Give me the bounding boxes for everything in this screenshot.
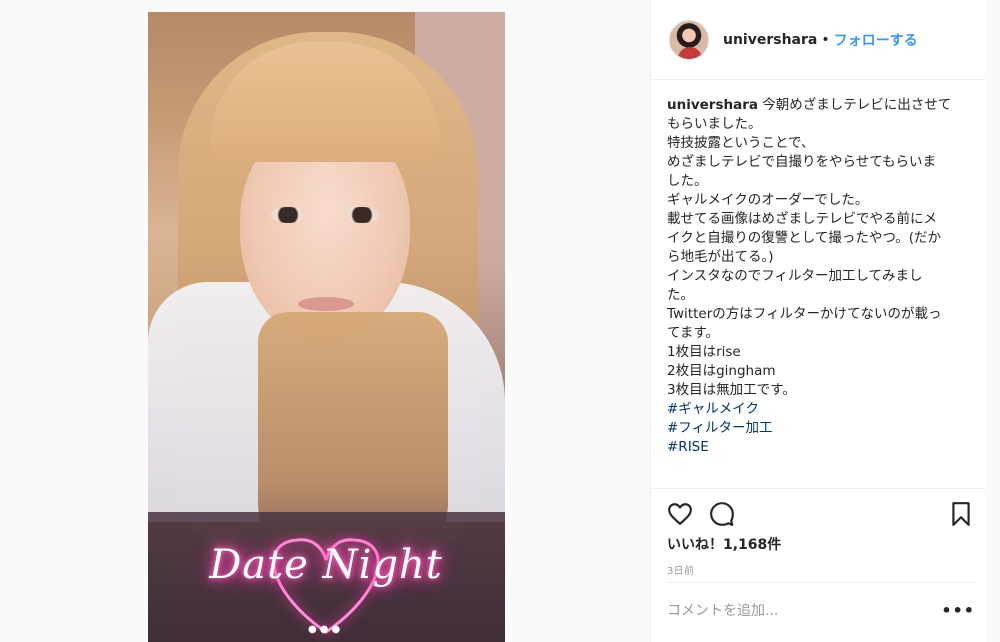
caption-username[interactable]: univershara: [667, 97, 758, 113]
comment-bubble-icon[interactable]: [709, 501, 735, 527]
photo-overlay-text: Date Night: [209, 542, 443, 588]
caption-line: 3枚目は無加工です。: [667, 382, 796, 398]
header-username[interactable]: univershara: [723, 32, 817, 48]
caption-first-line: univershara 今朝めざましテレビに出させて: [667, 96, 975, 115]
post-timestamp[interactable]: 3日前: [667, 562, 694, 577]
caption-line: 特技披露ということで、: [667, 135, 815, 151]
caption-line: 載せてる画像はめざましテレビでやる前にメ: [667, 211, 937, 227]
caption-line: めざましテレビで自撮りをやらせてもらいま: [667, 154, 937, 170]
post-actions: [651, 488, 986, 536]
caption-line: ら地毛が出てる。): [667, 249, 774, 265]
bookmark-icon[interactable]: [948, 501, 974, 527]
comment-area: •••: [667, 582, 975, 638]
carousel-dots: ●●●: [308, 624, 344, 635]
photo-right-eye: [344, 207, 380, 223]
more-options-icon[interactable]: •••: [941, 601, 975, 620]
hashtag-link[interactable]: #RISE: [667, 438, 975, 457]
caption-line: ギャルメイクのオーダーでした。: [667, 192, 869, 208]
post-side-panel: univershara • フォローする univershara 今朝めざましテ…: [650, 0, 986, 642]
caption-line: 今朝めざましテレビに出させて: [762, 97, 952, 113]
hashtag-link[interactable]: #ギャルメイク: [667, 400, 975, 419]
caption-line: もらいました。: [667, 116, 762, 132]
instagram-post-page: Date Night ●●● univershara • フォローする univ…: [0, 0, 1000, 642]
header-separator: •: [821, 31, 830, 48]
photo-left-eye: [270, 207, 306, 223]
post-photo[interactable]: Date Night ●●●: [148, 12, 505, 642]
caption-line: インスタなのでフィルター加工してみまし: [667, 268, 923, 284]
post-caption: univershara 今朝めざましテレビに出させて もらいました。 特技披露と…: [667, 96, 975, 488]
caption-line: た。: [667, 287, 694, 303]
hashtag-link[interactable]: #フィルター加工: [667, 419, 975, 438]
caption-line: した。: [667, 173, 708, 189]
comment-input[interactable]: [667, 602, 942, 619]
avatar[interactable]: [669, 19, 709, 60]
photo-lips: [298, 297, 354, 311]
media-area: Date Night ●●●: [0, 0, 650, 642]
follow-button[interactable]: フォローする: [834, 30, 918, 50]
caption-line: てます。: [667, 325, 719, 341]
caption-line: 2枚目はgingham: [667, 363, 776, 379]
heart-icon[interactable]: [667, 501, 693, 527]
likes-count[interactable]: いいね！1,168件: [667, 534, 781, 554]
caption-line: 1枚目はrise: [667, 344, 741, 360]
post-header: univershara • フォローする: [651, 0, 985, 80]
caption-line: イクと自撮りの復讐として撮ったやつ。(だか: [667, 230, 942, 246]
caption-line: Twitterの方はフィルターかけてないのが載っ: [667, 306, 942, 322]
